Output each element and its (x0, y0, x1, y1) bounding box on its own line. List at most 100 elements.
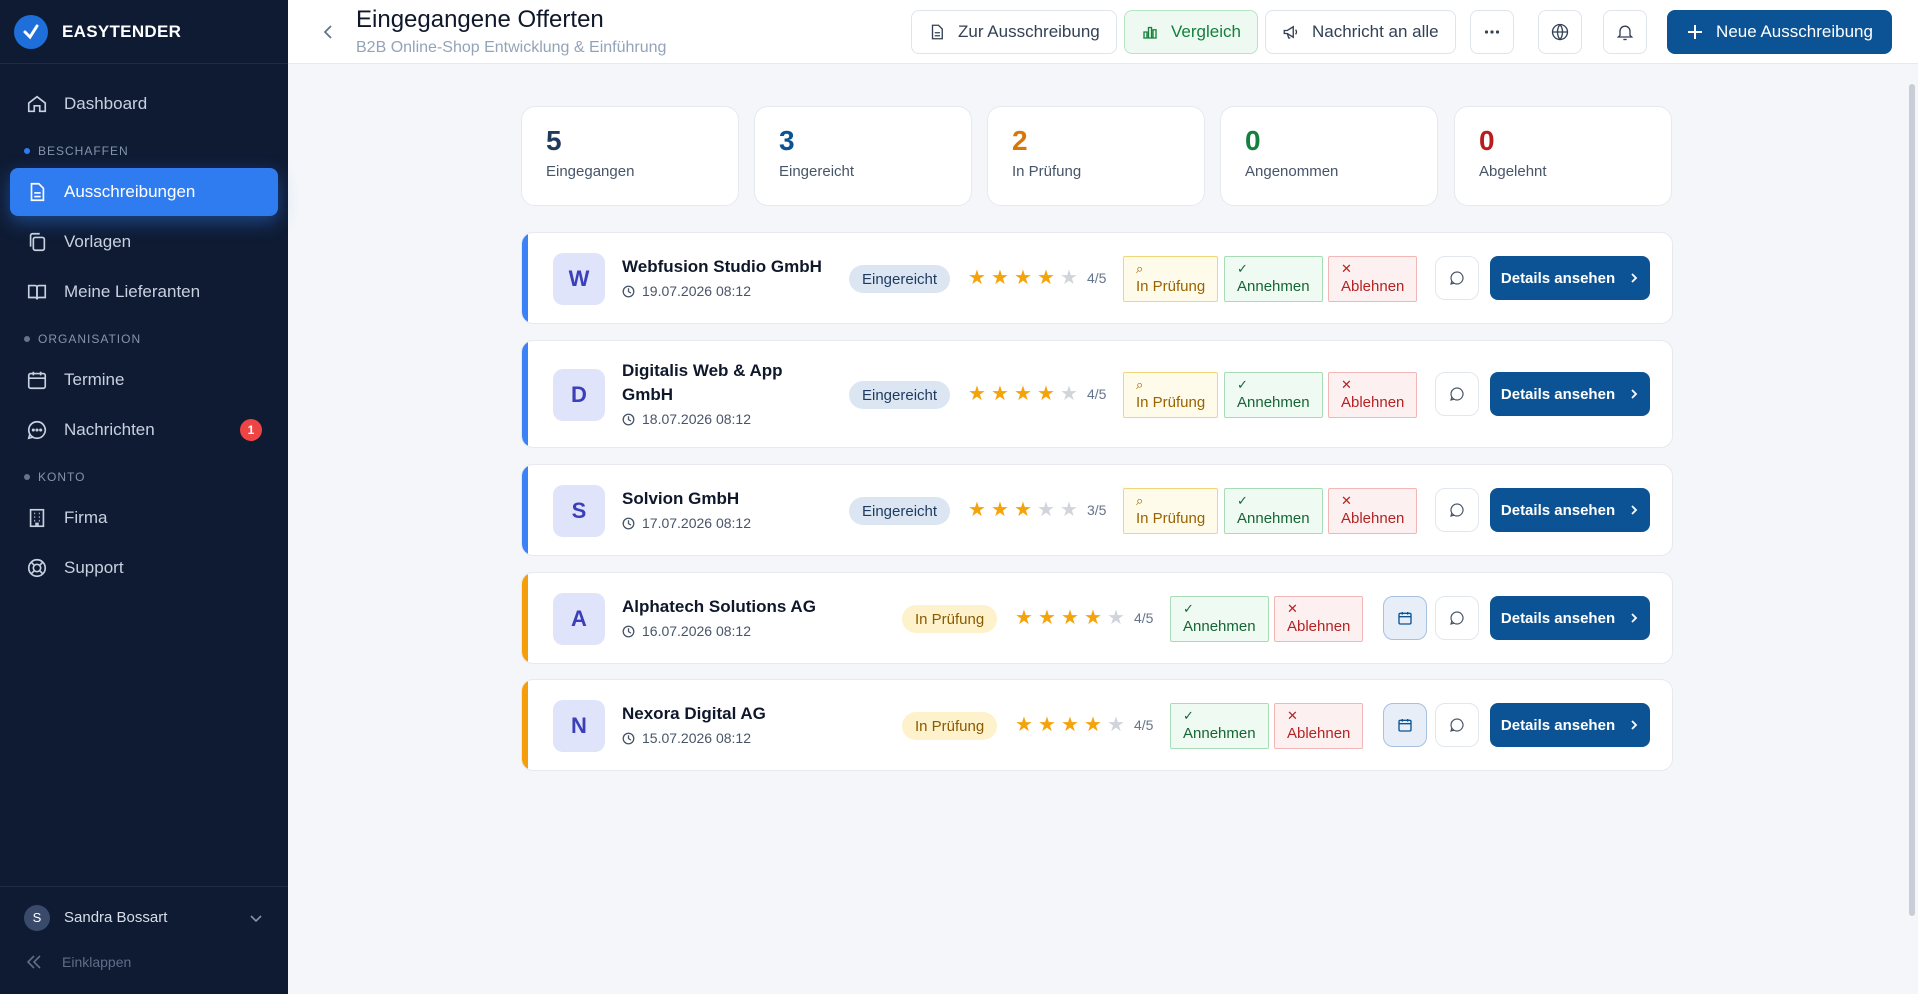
nav-section-konto: KONTO (0, 462, 288, 492)
message-button[interactable] (1435, 703, 1479, 747)
message-button[interactable] (1435, 372, 1479, 416)
details-button[interactable]: Details ansehen (1490, 372, 1650, 416)
star-rating: ★ ★ ★ ★ ★ 4/5 (1015, 605, 1153, 630)
collapse-sidebar-button[interactable]: Einklappen (24, 952, 131, 972)
document-icon (931, 24, 943, 40)
rating-text: 4/5 (1134, 716, 1154, 733)
message-button[interactable] (1435, 596, 1479, 640)
schedule-meeting-button[interactable] (1383, 703, 1427, 747)
button-label: Neue Ausschreibung (1716, 22, 1873, 41)
details-button[interactable]: Details ansehen (1490, 256, 1650, 300)
more-options-button[interactable] (1470, 10, 1514, 54)
accept-button[interactable]: ✓ Annehmen (1170, 596, 1269, 642)
star-icon: ★ (1037, 499, 1055, 521)
new-tender-button[interactable]: Neue Ausschreibung (1667, 10, 1892, 54)
message-button[interactable] (1435, 488, 1479, 532)
chevron-left-icon (323, 25, 332, 39)
reject-button[interactable]: ✕ Ablehnen (1328, 256, 1418, 302)
bell-icon (1616, 25, 1634, 41)
to-tender-button[interactable]: Zur Ausschreibung (911, 10, 1117, 54)
sidebar: EASYTENDER Dashboard BESCHAFFEN Ausschre… (0, 0, 288, 994)
offer-date: 18.07.2026 08:12 (622, 411, 751, 427)
brand[interactable]: EASYTENDER (0, 0, 288, 64)
button-label: Details ansehen (1500, 716, 1616, 734)
section-dot (24, 474, 30, 480)
unread-badge: 1 (240, 419, 262, 441)
company-name: Webfusion Studio GmbH (622, 257, 822, 276)
accept-button[interactable]: ✓ Annehmen (1224, 372, 1323, 418)
sidebar-item-firma[interactable]: Firma (10, 494, 278, 542)
avatar: S (24, 904, 50, 931)
search-icon: ⌕ (1136, 493, 1144, 508)
x-icon: ✕ (1341, 377, 1352, 392)
mark-in-review-button[interactable]: ⌕ In Prüfung (1123, 372, 1219, 418)
sidebar-item-lieferanten[interactable]: Meine Lieferanten (10, 268, 278, 316)
rating-text: 3/5 (1087, 501, 1107, 518)
sidebar-item-support[interactable]: Support (10, 544, 278, 592)
reject-button[interactable]: ✕ Ablehnen (1328, 488, 1418, 534)
star-rating: ★ ★ ★ ★ ★ 4/5 (968, 381, 1106, 406)
mark-in-review-button[interactable]: ⌕ In Prüfung (1123, 256, 1219, 302)
clock-icon (622, 413, 635, 425)
check-icon: ✓ (1183, 601, 1194, 616)
star-icon: ★ (1061, 714, 1079, 736)
stat-label: Eingereicht (779, 163, 855, 180)
schedule-meeting-button[interactable] (1383, 596, 1427, 640)
top-header: Eingegangene Offerten B2B Online-Shop En… (288, 0, 1918, 64)
reject-button[interactable]: ✕ Ablehnen (1274, 703, 1364, 749)
offer-date: 19.07.2026 08:12 (622, 283, 751, 299)
button-label: Zur Ausschreibung (958, 22, 1100, 41)
lifebuoy-icon (27, 558, 47, 578)
chat-icon (1450, 718, 1464, 732)
star-icon: ★ (1038, 714, 1056, 736)
status-stripe (522, 680, 528, 770)
clock-icon (622, 732, 635, 744)
accept-button[interactable]: ✓ Annehmen (1224, 488, 1323, 534)
company-avatar: S (553, 485, 605, 537)
sidebar-item-termine[interactable]: Termine (10, 356, 278, 404)
message-all-button[interactable]: Nachricht an alle (1265, 10, 1456, 54)
details-button[interactable]: Details ansehen (1490, 488, 1650, 532)
clock-icon (622, 517, 635, 529)
globe-icon (1551, 23, 1569, 41)
message-button[interactable] (1435, 256, 1479, 300)
button-label: Ablehnen (1341, 278, 1405, 295)
star-icon: ★ (1015, 607, 1033, 629)
stat-value: 5 (546, 125, 562, 156)
sidebar-item-dashboard[interactable]: Dashboard (10, 80, 278, 128)
accept-button[interactable]: ✓ Annehmen (1224, 256, 1323, 302)
stat-value: 3 (779, 125, 795, 156)
sidebar-item-ausschreibungen[interactable]: Ausschreibungen (10, 168, 278, 216)
compare-button[interactable]: Vergleich (1124, 10, 1258, 54)
details-button[interactable]: Details ansehen (1490, 703, 1650, 747)
star-rating: ★ ★ ★ ★ ★ 4/5 (968, 265, 1106, 290)
accept-button[interactable]: ✓ Annehmen (1170, 703, 1269, 749)
sidebar-item-nachrichten[interactable]: Nachrichten 1 (10, 406, 278, 454)
calendar-icon (1398, 719, 1412, 732)
date-text: 15.07.2026 08:12 (642, 730, 751, 746)
reject-button[interactable]: ✕ Ablehnen (1328, 372, 1418, 418)
rating-text: 4/5 (1134, 609, 1154, 626)
mark-in-review-button[interactable]: ⌕ In Prüfung (1123, 488, 1219, 534)
company-name: Alphatech Solutions AG (622, 597, 816, 616)
sidebar-nav: Dashboard BESCHAFFEN Ausschreibungen Vor… (0, 64, 288, 592)
sidebar-item-vorlagen[interactable]: Vorlagen (10, 218, 278, 266)
scrollbar-thumb[interactable] (1909, 84, 1915, 916)
user-menu[interactable]: S Sandra Bossart (0, 886, 288, 948)
status-badge: In Prüfung (902, 605, 998, 633)
x-icon: ✕ (1287, 601, 1298, 616)
chat-icon (1450, 387, 1464, 401)
chat-icon (1450, 271, 1464, 285)
details-button[interactable]: Details ansehen (1490, 596, 1650, 640)
language-button[interactable] (1538, 10, 1582, 54)
star-icon: ★ (1060, 383, 1078, 405)
star-icon: ★ (968, 499, 986, 521)
double-chevron-left-icon (26, 955, 41, 969)
page-subtitle: B2B Online-Shop Entwicklung & Einführung (356, 39, 667, 56)
button-label: Annehmen (1237, 278, 1310, 295)
date-text: 19.07.2026 08:12 (642, 283, 751, 299)
sidebar-item-label: Meine Lieferanten (64, 282, 201, 301)
back-button[interactable] (316, 20, 340, 44)
reject-button[interactable]: ✕ Ablehnen (1274, 596, 1364, 642)
notifications-button[interactable] (1603, 10, 1647, 54)
